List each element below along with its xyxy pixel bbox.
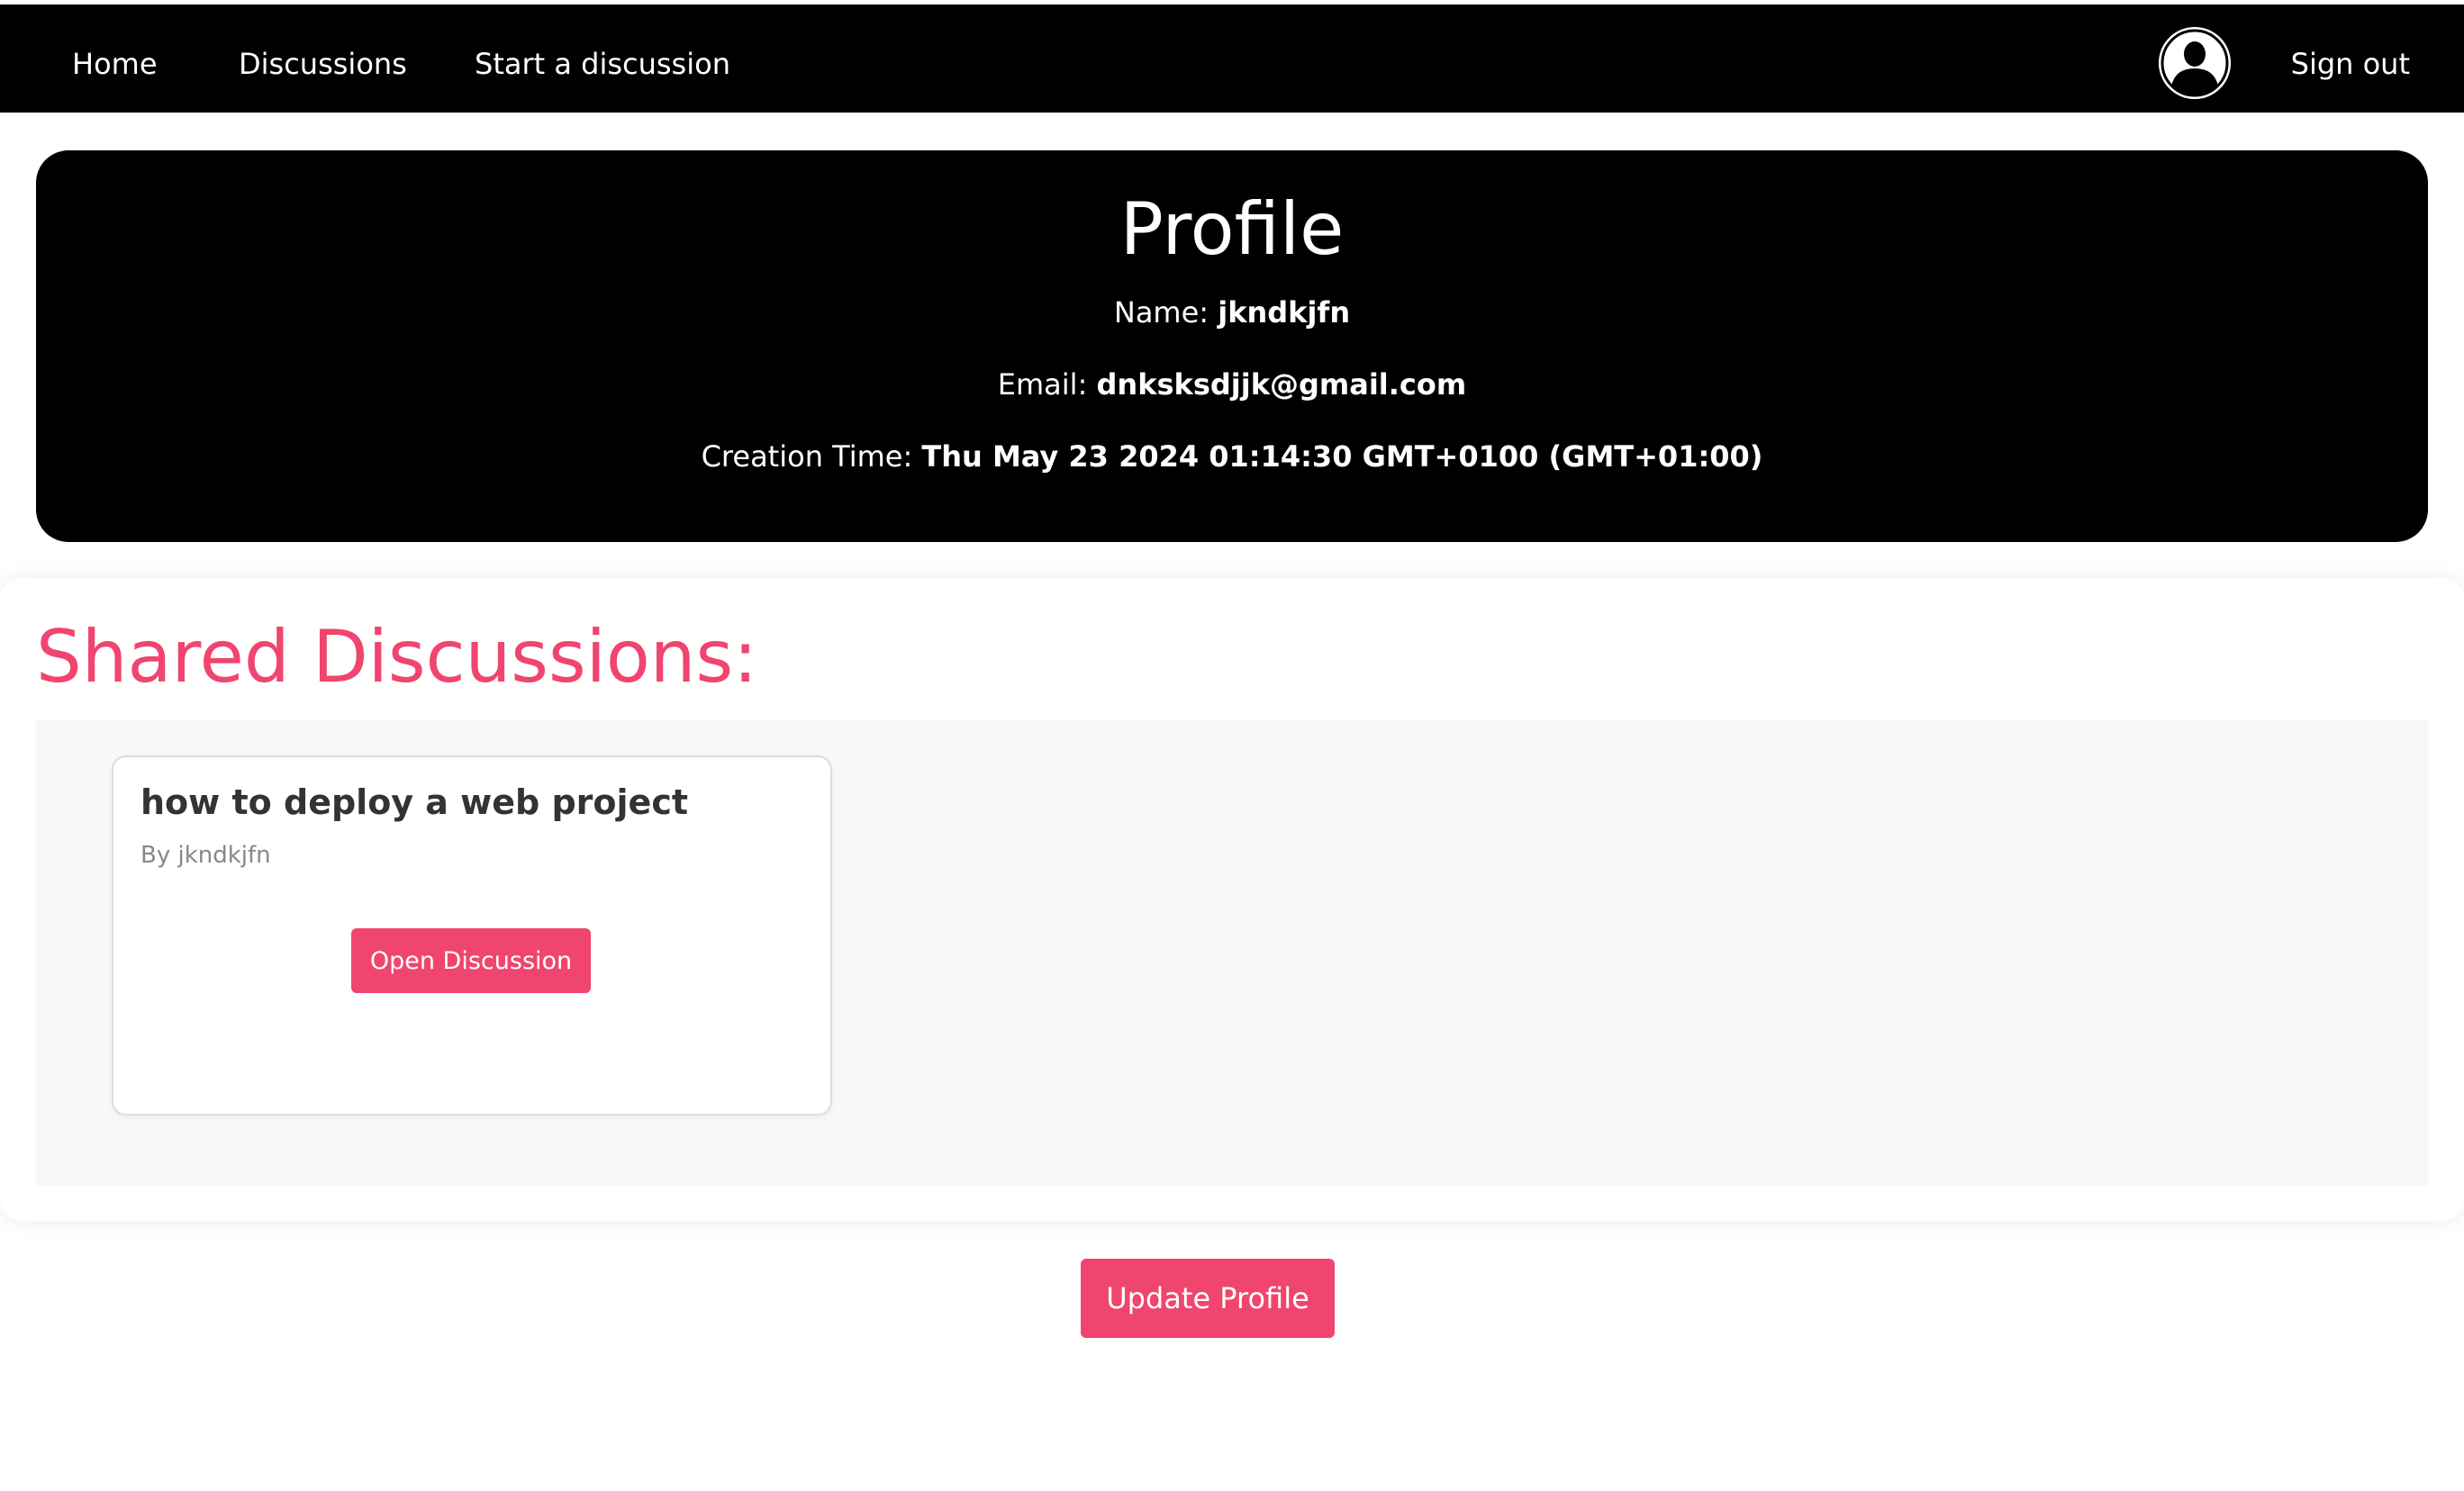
profile-name-label: Name:: [1113, 295, 1209, 330]
discussion-card-title: how to deploy a web project: [140, 782, 689, 822]
shared-discussions-section: Shared Discussions: how to deploy a web …: [0, 578, 2464, 1221]
nav-start-discussion-link[interactable]: Start a discussion: [475, 5, 730, 113]
sign-out-link[interactable]: Sign out: [2291, 5, 2410, 113]
nav-discussions-link[interactable]: Discussions: [239, 5, 407, 113]
update-profile-button[interactable]: Update Profile: [1081, 1259, 1335, 1338]
profile-card: Profile Name: jkndkjfn Email: dnksksdjjk…: [36, 150, 2428, 542]
discussion-card: how to deploy a web project By jkndkjfn …: [112, 755, 832, 1116]
profile-creation-time-label: Creation Time:: [701, 439, 913, 474]
shared-discussions-title: Shared Discussions:: [36, 615, 758, 699]
open-discussion-button[interactable]: Open Discussion: [351, 928, 591, 993]
profile-name-row: Name: jkndkjfn: [36, 294, 2428, 330]
profile-email-label: Email:: [997, 367, 1088, 402]
discussion-card-author: By jkndkjfn: [140, 842, 271, 869]
profile-name-value: jkndkjfn: [1218, 295, 1351, 330]
profile-title: Profile: [1119, 187, 1345, 271]
profile-email-row: Email: dnksksdjjk@gmail.com: [36, 366, 2428, 402]
top-navbar: Home Discussions Start a discussion Sign…: [0, 5, 2464, 113]
profile-creation-time-row: Creation Time: Thu May 23 2024 01:14:30 …: [36, 438, 2428, 474]
profile-creation-time-value: Thu May 23 2024 01:14:30 GMT+0100 (GMT+0…: [921, 439, 1763, 474]
discussion-cards-area: how to deploy a web project By jkndkjfn …: [36, 719, 2428, 1186]
nav-home-link[interactable]: Home: [72, 5, 158, 113]
user-avatar-icon[interactable]: [2159, 27, 2231, 99]
profile-email-value: dnksksdjjk@gmail.com: [1096, 367, 1467, 402]
